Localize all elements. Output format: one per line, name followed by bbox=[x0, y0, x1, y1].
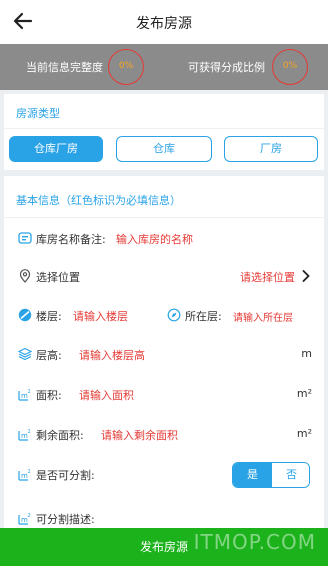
property-type-card: 房源类型 仓库厂房 仓库 厂房 bbox=[4, 94, 324, 170]
svg-text:2: 2 bbox=[28, 513, 31, 519]
location-row[interactable]: 选择位置 请选择位置 bbox=[4, 256, 324, 297]
watermark: ITMOP.COM bbox=[193, 530, 316, 554]
completeness-label: 当前信息完整度 bbox=[26, 61, 103, 74]
completeness-value: 0% bbox=[118, 61, 134, 71]
floor-icon bbox=[18, 308, 32, 322]
current-floor-label: 所在层: bbox=[185, 310, 222, 323]
app-header: 发布房源 bbox=[0, 0, 328, 44]
divisible-row: m 2 是否可分割: 是 否 bbox=[4, 454, 324, 495]
tag-icon bbox=[18, 232, 32, 244]
area-input[interactable]: 请输入面积 bbox=[79, 387, 134, 403]
floors-row: 楼层: 请输入楼层 所在层: 请输入所在层 bbox=[4, 295, 324, 336]
basic-info-title: 基本信息（红色标识为必填信息） bbox=[16, 194, 181, 207]
name-note-row[interactable]: 库房名称备注: 输入库房的名称 bbox=[4, 218, 324, 259]
type-option-factory[interactable]: 厂房 bbox=[224, 136, 318, 162]
floor-height-row: 层高: 请输入楼层高 m bbox=[4, 334, 324, 375]
compass-icon bbox=[167, 308, 181, 322]
completeness-circle: 0% bbox=[108, 49, 144, 85]
floor-height-unit: m bbox=[301, 347, 312, 360]
svg-text:2: 2 bbox=[28, 389, 31, 395]
type-option-warehouse[interactable]: 仓库 bbox=[116, 136, 212, 162]
remaining-area-input[interactable]: 请输入剩余面积 bbox=[101, 427, 178, 443]
floors-label: 楼层: bbox=[36, 310, 62, 323]
stats-bar: 当前信息完整度 0% 可获得分成比例 0% bbox=[0, 44, 328, 90]
layers-icon bbox=[18, 347, 32, 361]
area-row: m 2 面积: 请输入面积 m² bbox=[4, 374, 324, 415]
location-label: 选择位置 bbox=[36, 271, 80, 284]
remaining-area-label: 剩余面积: bbox=[36, 429, 84, 442]
divisible-yes-button[interactable]: 是 bbox=[233, 463, 272, 487]
divisible-label: 是否可分割: bbox=[36, 469, 95, 482]
basic-info-card: 基本信息（红色标识为必填信息） 库房名称备注: 输入库房的名称 选择位置 请选择… bbox=[4, 176, 324, 536]
location-pin-icon bbox=[19, 269, 31, 283]
area-unit: m² bbox=[296, 387, 312, 400]
share-label: 可获得分成比例 bbox=[188, 61, 265, 74]
name-note-input[interactable]: 输入库房的名称 bbox=[116, 231, 193, 247]
remaining-area-row: m 2 剩余面积: 请输入剩余面积 m² bbox=[4, 414, 324, 455]
name-note-label: 库房名称备注: bbox=[36, 233, 106, 246]
divisible-toggle: 是 否 bbox=[232, 462, 310, 488]
floors-input[interactable]: 请输入楼层 bbox=[73, 308, 128, 324]
page-title: 发布房源 bbox=[136, 16, 192, 32]
location-select[interactable]: 请选择位置 bbox=[240, 269, 295, 285]
division-desc-label: 可分割描述: bbox=[36, 513, 95, 526]
divider bbox=[4, 128, 324, 129]
property-type-title: 房源类型 bbox=[16, 107, 60, 120]
svg-text:2: 2 bbox=[28, 469, 31, 475]
chevron-right-icon[interactable] bbox=[302, 270, 310, 282]
share-circle: 0% bbox=[272, 49, 308, 85]
floor-height-label: 层高: bbox=[36, 349, 62, 362]
remaining-area-unit: m² bbox=[296, 427, 312, 440]
floor-height-input[interactable]: 请输入楼层高 bbox=[79, 347, 145, 363]
svg-text:2: 2 bbox=[28, 429, 31, 435]
area-icon: m 2 bbox=[18, 513, 31, 525]
divisible-no-button[interactable]: 否 bbox=[272, 463, 309, 487]
area-icon: m 2 bbox=[18, 469, 31, 481]
type-option-warehouse-factory[interactable]: 仓库厂房 bbox=[9, 136, 103, 162]
current-floor-input[interactable]: 请输入所在层 bbox=[233, 309, 293, 324]
area-label: 面积: bbox=[36, 389, 62, 402]
area-icon: m 2 bbox=[18, 429, 31, 441]
area-icon: m 2 bbox=[18, 389, 31, 401]
share-value: 0% bbox=[282, 61, 298, 71]
